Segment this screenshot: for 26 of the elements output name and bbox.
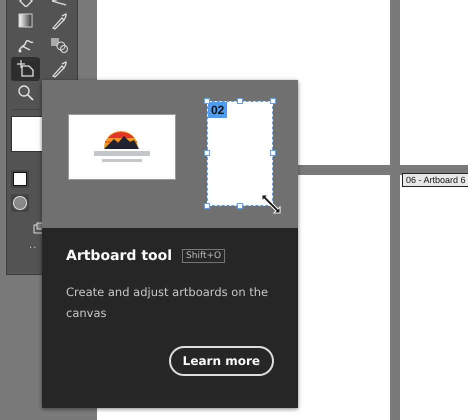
selection-handle[interactable]: [204, 203, 210, 209]
gradient-icon: [16, 12, 34, 30]
tool-button[interactable]: [11, 57, 40, 81]
eyedropper-icon: [50, 60, 68, 78]
artboard-label: 06 - Artboard 6: [402, 173, 468, 187]
learn-more-button[interactable]: Learn more: [168, 346, 274, 376]
selection-handle[interactable]: [270, 150, 276, 156]
selection-handle[interactable]: [270, 98, 276, 104]
more-tools-button[interactable]: ..: [29, 240, 38, 251]
draw-mode-icon[interactable]: [13, 196, 27, 210]
eyedropper-icon: [50, 12, 68, 30]
selection-handle[interactable]: [237, 98, 243, 104]
selection-handle[interactable]: [204, 98, 210, 104]
eraser-icon: [16, 0, 34, 7]
color-mode-icon[interactable]: [13, 172, 27, 186]
shape-builder-icon: [48, 36, 68, 54]
artboard-icon: [16, 59, 36, 79]
search-icon: [16, 84, 34, 102]
selection-handle[interactable]: [237, 203, 243, 209]
tooltip-title: Artboard tool: [66, 248, 172, 264]
selection-handle[interactable]: [204, 150, 210, 156]
pen-icon: [50, 0, 68, 7]
artboard-number: 02: [208, 102, 228, 118]
tooltip-description: Create and adjust artboards on the canvas: [66, 284, 270, 322]
shortcut-key: Shift+O: [182, 249, 226, 263]
fill-swatch[interactable]: [11, 116, 43, 152]
